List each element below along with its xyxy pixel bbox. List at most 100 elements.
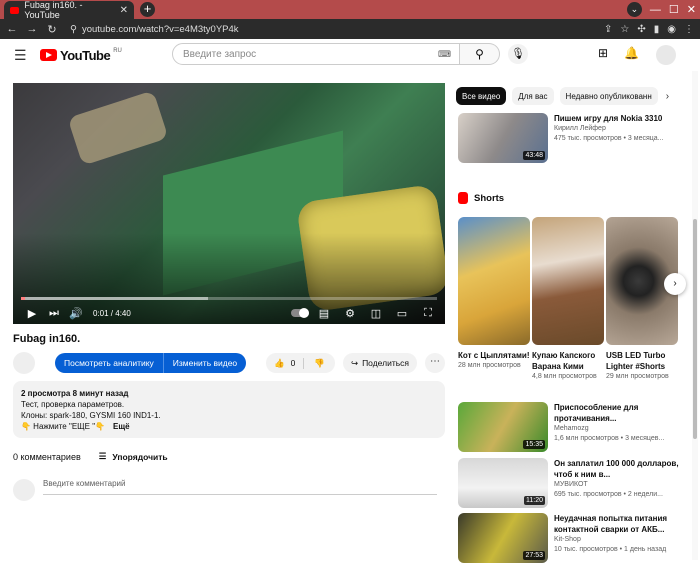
- show-more-link[interactable]: Ещё: [113, 422, 130, 431]
- voice-search-mic-icon[interactable]: 🎙: [508, 44, 528, 64]
- bookmark-star-icon[interactable]: ☆: [620, 24, 629, 35]
- chip-for-you[interactable]: Для вас: [512, 87, 554, 105]
- tab-search-chevron-icon[interactable]: ⌄: [626, 2, 642, 17]
- extensions-icon[interactable]: ✣: [637, 24, 645, 35]
- short-views: 29 млн просмотров: [606, 373, 669, 380]
- analytics-button[interactable]: Посмотреть аналитику: [55, 353, 163, 373]
- short-title[interactable]: USB LED Turbo Lighter #Shorts: [606, 350, 678, 372]
- progress-bar[interactable]: [21, 297, 437, 300]
- short-item[interactable]: USB LED Turbo Lighter #Shorts 29 млн про…: [606, 217, 678, 380]
- like-dislike-group: 👍 0 👎: [266, 353, 335, 373]
- miniplayer-icon[interactable]: ◫: [365, 307, 387, 320]
- short-item[interactable]: Кот с Цыплятами! 28 млн просмотров: [458, 217, 530, 369]
- edit-video-button[interactable]: Изменить видео: [162, 353, 247, 373]
- description-line: 👇 Нажмите "ЕЩЕ "👇 Ещё: [21, 421, 437, 432]
- recommendation-info: Приспособление для протачивания... Meham…: [554, 402, 693, 452]
- new-tab-button[interactable]: +: [140, 2, 155, 17]
- recommendation-title[interactable]: Пишем игру для Nokia 3310: [554, 113, 664, 124]
- address-bar: ← → ↻ ⚲ youtube.com/watch?v=e4M3ty0YP4k …: [0, 19, 700, 39]
- settings-gear-icon[interactable]: ⚙: [339, 307, 361, 320]
- subtitles-icon[interactable]: ▤: [313, 307, 335, 320]
- recommendation-item[interactable]: 11:20 Он заплатил 100 000 долларов, чтоб…: [458, 458, 693, 508]
- recommendation-item[interactable]: 43:48 Пишем игру для Nokia 3310 Кирилл Л…: [458, 113, 693, 163]
- channel-avatar[interactable]: [13, 352, 35, 374]
- url-field[interactable]: ⚲ youtube.com/watch?v=e4M3ty0YP4k: [70, 24, 239, 35]
- recommendation-channel[interactable]: МУВИКОТ: [554, 480, 693, 490]
- maximize-icon[interactable]: ☐: [669, 3, 679, 16]
- autoplay-toggle[interactable]: [291, 308, 309, 318]
- recommendation-thumbnail[interactable]: 11:20: [458, 458, 548, 508]
- next-icon[interactable]: ⏭: [43, 307, 65, 320]
- chips-next-arrow-icon[interactable]: ›: [666, 91, 669, 102]
- profile-icon[interactable]: ◉: [667, 24, 676, 35]
- recommendation-item[interactable]: 27:53 Неудачная попытка питания контактн…: [458, 513, 693, 563]
- recommendation-thumbnail[interactable]: 43:48: [458, 113, 548, 163]
- short-thumbnail[interactable]: [458, 217, 530, 345]
- sort-comments-button[interactable]: ☰ Упорядочить: [99, 451, 168, 462]
- theater-mode-icon[interactable]: ▭: [391, 307, 413, 320]
- comment-input[interactable]: Введите комментарий: [43, 479, 437, 495]
- duration-badge: 27:53: [523, 551, 545, 560]
- shorts-next-arrow-icon[interactable]: ›: [664, 273, 686, 295]
- recommendation-title[interactable]: Он заплатил 100 000 долларов, чтоб к ним…: [554, 458, 693, 480]
- recommendation-meta: 10 тыс. просмотров • 1 день назад: [554, 546, 667, 553]
- search-bar: Введите запрос ⌨ ⚲: [172, 43, 500, 65]
- search-placeholder: Введите запрос: [183, 48, 257, 60]
- recommendation-channel[interactable]: Mehamozg: [554, 424, 693, 434]
- browser-tab[interactable]: Fubag in160. - YouTube ✕: [4, 0, 134, 20]
- fullscreen-icon[interactable]: ⛶: [417, 307, 439, 320]
- play-icon[interactable]: ▶: [21, 307, 43, 320]
- site-info-icon[interactable]: ⚲: [70, 24, 77, 35]
- dislike-button[interactable]: 👎: [304, 358, 335, 369]
- add-comment-row: Введите комментарий: [13, 479, 437, 501]
- recommendation-thumbnail[interactable]: 15:35: [458, 402, 548, 452]
- search-input[interactable]: Введите запрос ⌨: [172, 43, 460, 65]
- menu-hamburger-icon[interactable]: ☰: [14, 47, 27, 64]
- recommendation-item[interactable]: 15:35 Приспособление для протачивания...…: [458, 402, 693, 452]
- recommendation-title[interactable]: Неудачная попытка питания контактной сва…: [554, 513, 693, 535]
- back-arrow-icon[interactable]: ←: [4, 23, 20, 35]
- short-title[interactable]: Купаю Капского Варана Кими: [532, 350, 604, 372]
- reload-icon[interactable]: ↻: [44, 23, 60, 36]
- description-meta: 2 просмотра 8 минут назад: [21, 389, 129, 398]
- browser-menu-icon[interactable]: ⋮: [684, 24, 694, 35]
- video-player[interactable]: ▶ ⏭ 🔊 0:01 / 4:40 ▤ ⚙ ◫ ▭ ⛶: [13, 83, 445, 324]
- page-scrollbar[interactable]: [692, 71, 698, 560]
- create-video-icon[interactable]: ⊞: [598, 46, 608, 60]
- share-page-icon[interactable]: ⇪: [604, 24, 612, 35]
- close-window-icon[interactable]: ✕: [687, 3, 696, 16]
- share-button[interactable]: ↪ Поделиться: [342, 353, 417, 373]
- chip-all[interactable]: Все видео: [456, 87, 507, 105]
- description-box[interactable]: 2 просмотра 8 минут назад Тест, проверка…: [13, 381, 445, 438]
- short-item[interactable]: Купаю Капского Варана Кими 4,8 млн просм…: [532, 217, 604, 380]
- more-actions-button[interactable]: ⋯: [425, 353, 445, 373]
- owner-actions-row: Посмотреть аналитику Изменить видео 👍 0 …: [13, 352, 445, 374]
- browser-titlebar: Fubag in160. - YouTube ✕ + ⌄ — ☐ ✕: [0, 0, 700, 20]
- youtube-logo[interactable]: YouTube RU: [40, 48, 122, 63]
- side-panel-icon[interactable]: ▮: [654, 24, 660, 35]
- recommendation-channel[interactable]: Kit-Shop: [554, 535, 693, 545]
- player-controls: ▶ ⏭ 🔊 0:01 / 4:40 ▤ ⚙ ◫ ▭ ⛶: [13, 303, 445, 323]
- sort-label: Упорядочить: [112, 451, 168, 462]
- comments-header: 0 комментариев ☰ Упорядочить: [13, 451, 168, 462]
- recommendation-channel[interactable]: Кирилл Лейфер: [554, 124, 664, 134]
- chip-recent[interactable]: Недавно опубликованн: [559, 87, 658, 105]
- recommendation-title[interactable]: Приспособление для протачивания...: [554, 402, 693, 424]
- recommendation-info: Пишем игру для Nokia 3310 Кирилл Лейфер …: [554, 113, 664, 163]
- keyboard-icon[interactable]: ⌨: [438, 49, 451, 60]
- share-label: Поделиться: [362, 358, 409, 368]
- recommendation-thumbnail[interactable]: 27:53: [458, 513, 548, 563]
- comments-count: 0 комментариев: [13, 451, 81, 462]
- minimize-icon[interactable]: —: [650, 4, 661, 16]
- forward-arrow-icon[interactable]: →: [24, 23, 40, 35]
- like-button[interactable]: 👍 0: [266, 357, 305, 369]
- scrollbar-thumb[interactable]: [693, 219, 697, 439]
- volume-icon[interactable]: 🔊: [65, 307, 87, 320]
- short-title[interactable]: Кот с Цыплятами!: [458, 350, 530, 361]
- notifications-bell-icon[interactable]: 🔔: [624, 46, 639, 60]
- account-avatar[interactable]: [656, 45, 676, 65]
- tab-close-icon[interactable]: ✕: [120, 5, 128, 16]
- search-button[interactable]: ⚲: [460, 43, 500, 65]
- thumbs-down-icon: 👎: [314, 357, 325, 368]
- short-thumbnail[interactable]: [532, 217, 604, 345]
